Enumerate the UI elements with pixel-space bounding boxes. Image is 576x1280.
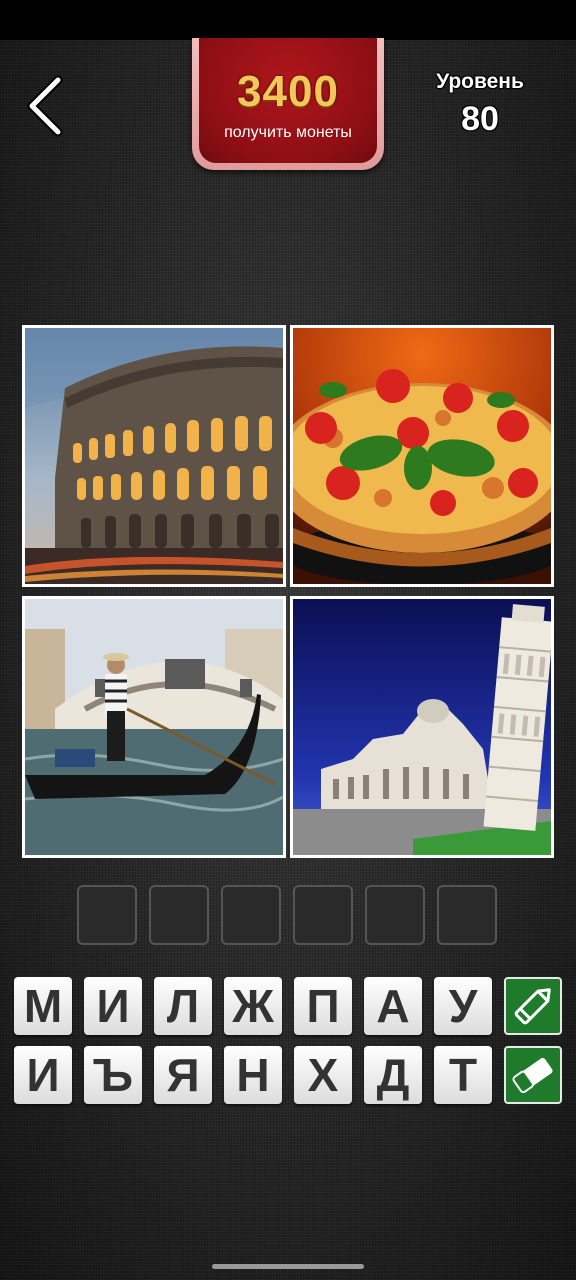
letter-tile[interactable]: У bbox=[434, 977, 492, 1035]
letter-tile[interactable]: И bbox=[84, 977, 142, 1035]
home-indicator[interactable] bbox=[212, 1264, 364, 1269]
answer-slot-6[interactable] bbox=[437, 885, 497, 945]
letter-tile[interactable]: Ж bbox=[224, 977, 282, 1035]
pencil-icon bbox=[514, 988, 551, 1025]
chevron-left-icon bbox=[27, 75, 63, 137]
level-number: 80 bbox=[461, 100, 499, 138]
answer-slot-3[interactable] bbox=[221, 885, 281, 945]
letter-tile[interactable]: М bbox=[14, 977, 72, 1035]
level-label: Уровень bbox=[436, 70, 524, 93]
letter-tile[interactable]: Л bbox=[154, 977, 212, 1035]
coin-count: 3400 bbox=[237, 67, 339, 116]
answer-slot-4[interactable] bbox=[293, 885, 353, 945]
puzzle-image-pisa[interactable] bbox=[290, 596, 554, 858]
pisa-picture bbox=[293, 599, 551, 855]
answer-slot-2[interactable] bbox=[149, 885, 209, 945]
letter-tile[interactable]: А bbox=[364, 977, 422, 1035]
get-coins-button[interactable]: 3400 получить монеты bbox=[192, 38, 384, 170]
answer-slot-5[interactable] bbox=[365, 885, 425, 945]
letter-tile[interactable]: Х bbox=[294, 1046, 352, 1104]
letter-tile[interactable]: Д bbox=[364, 1046, 422, 1104]
back-button[interactable] bbox=[22, 74, 70, 138]
venice-gondola-picture bbox=[25, 599, 283, 855]
puzzle-image-pizza[interactable] bbox=[290, 325, 554, 587]
letter-tile[interactable]: Ъ bbox=[84, 1046, 142, 1104]
pizza-picture bbox=[293, 328, 551, 584]
letter-tile[interactable]: П bbox=[294, 977, 352, 1035]
reveal-letter-button[interactable] bbox=[504, 977, 562, 1035]
letter-tile[interactable]: Н bbox=[224, 1046, 282, 1104]
answer-slot-1[interactable] bbox=[77, 885, 137, 945]
colosseum-picture bbox=[25, 328, 283, 584]
level-indicator: Уровень 80 bbox=[420, 70, 540, 139]
eraser-icon bbox=[512, 1057, 553, 1094]
puzzle-image-colosseum[interactable] bbox=[22, 325, 286, 587]
letter-tile[interactable]: Я bbox=[154, 1046, 212, 1104]
puzzle-image-venice[interactable] bbox=[22, 596, 286, 858]
letter-tile[interactable]: И bbox=[14, 1046, 72, 1104]
letter-tile[interactable]: Т bbox=[434, 1046, 492, 1104]
coin-panel-inner: 3400 получить монеты bbox=[199, 38, 377, 163]
status-bar bbox=[0, 0, 576, 40]
remove-letters-button[interactable] bbox=[504, 1046, 562, 1104]
get-coins-caption: получить монеты bbox=[224, 124, 352, 141]
